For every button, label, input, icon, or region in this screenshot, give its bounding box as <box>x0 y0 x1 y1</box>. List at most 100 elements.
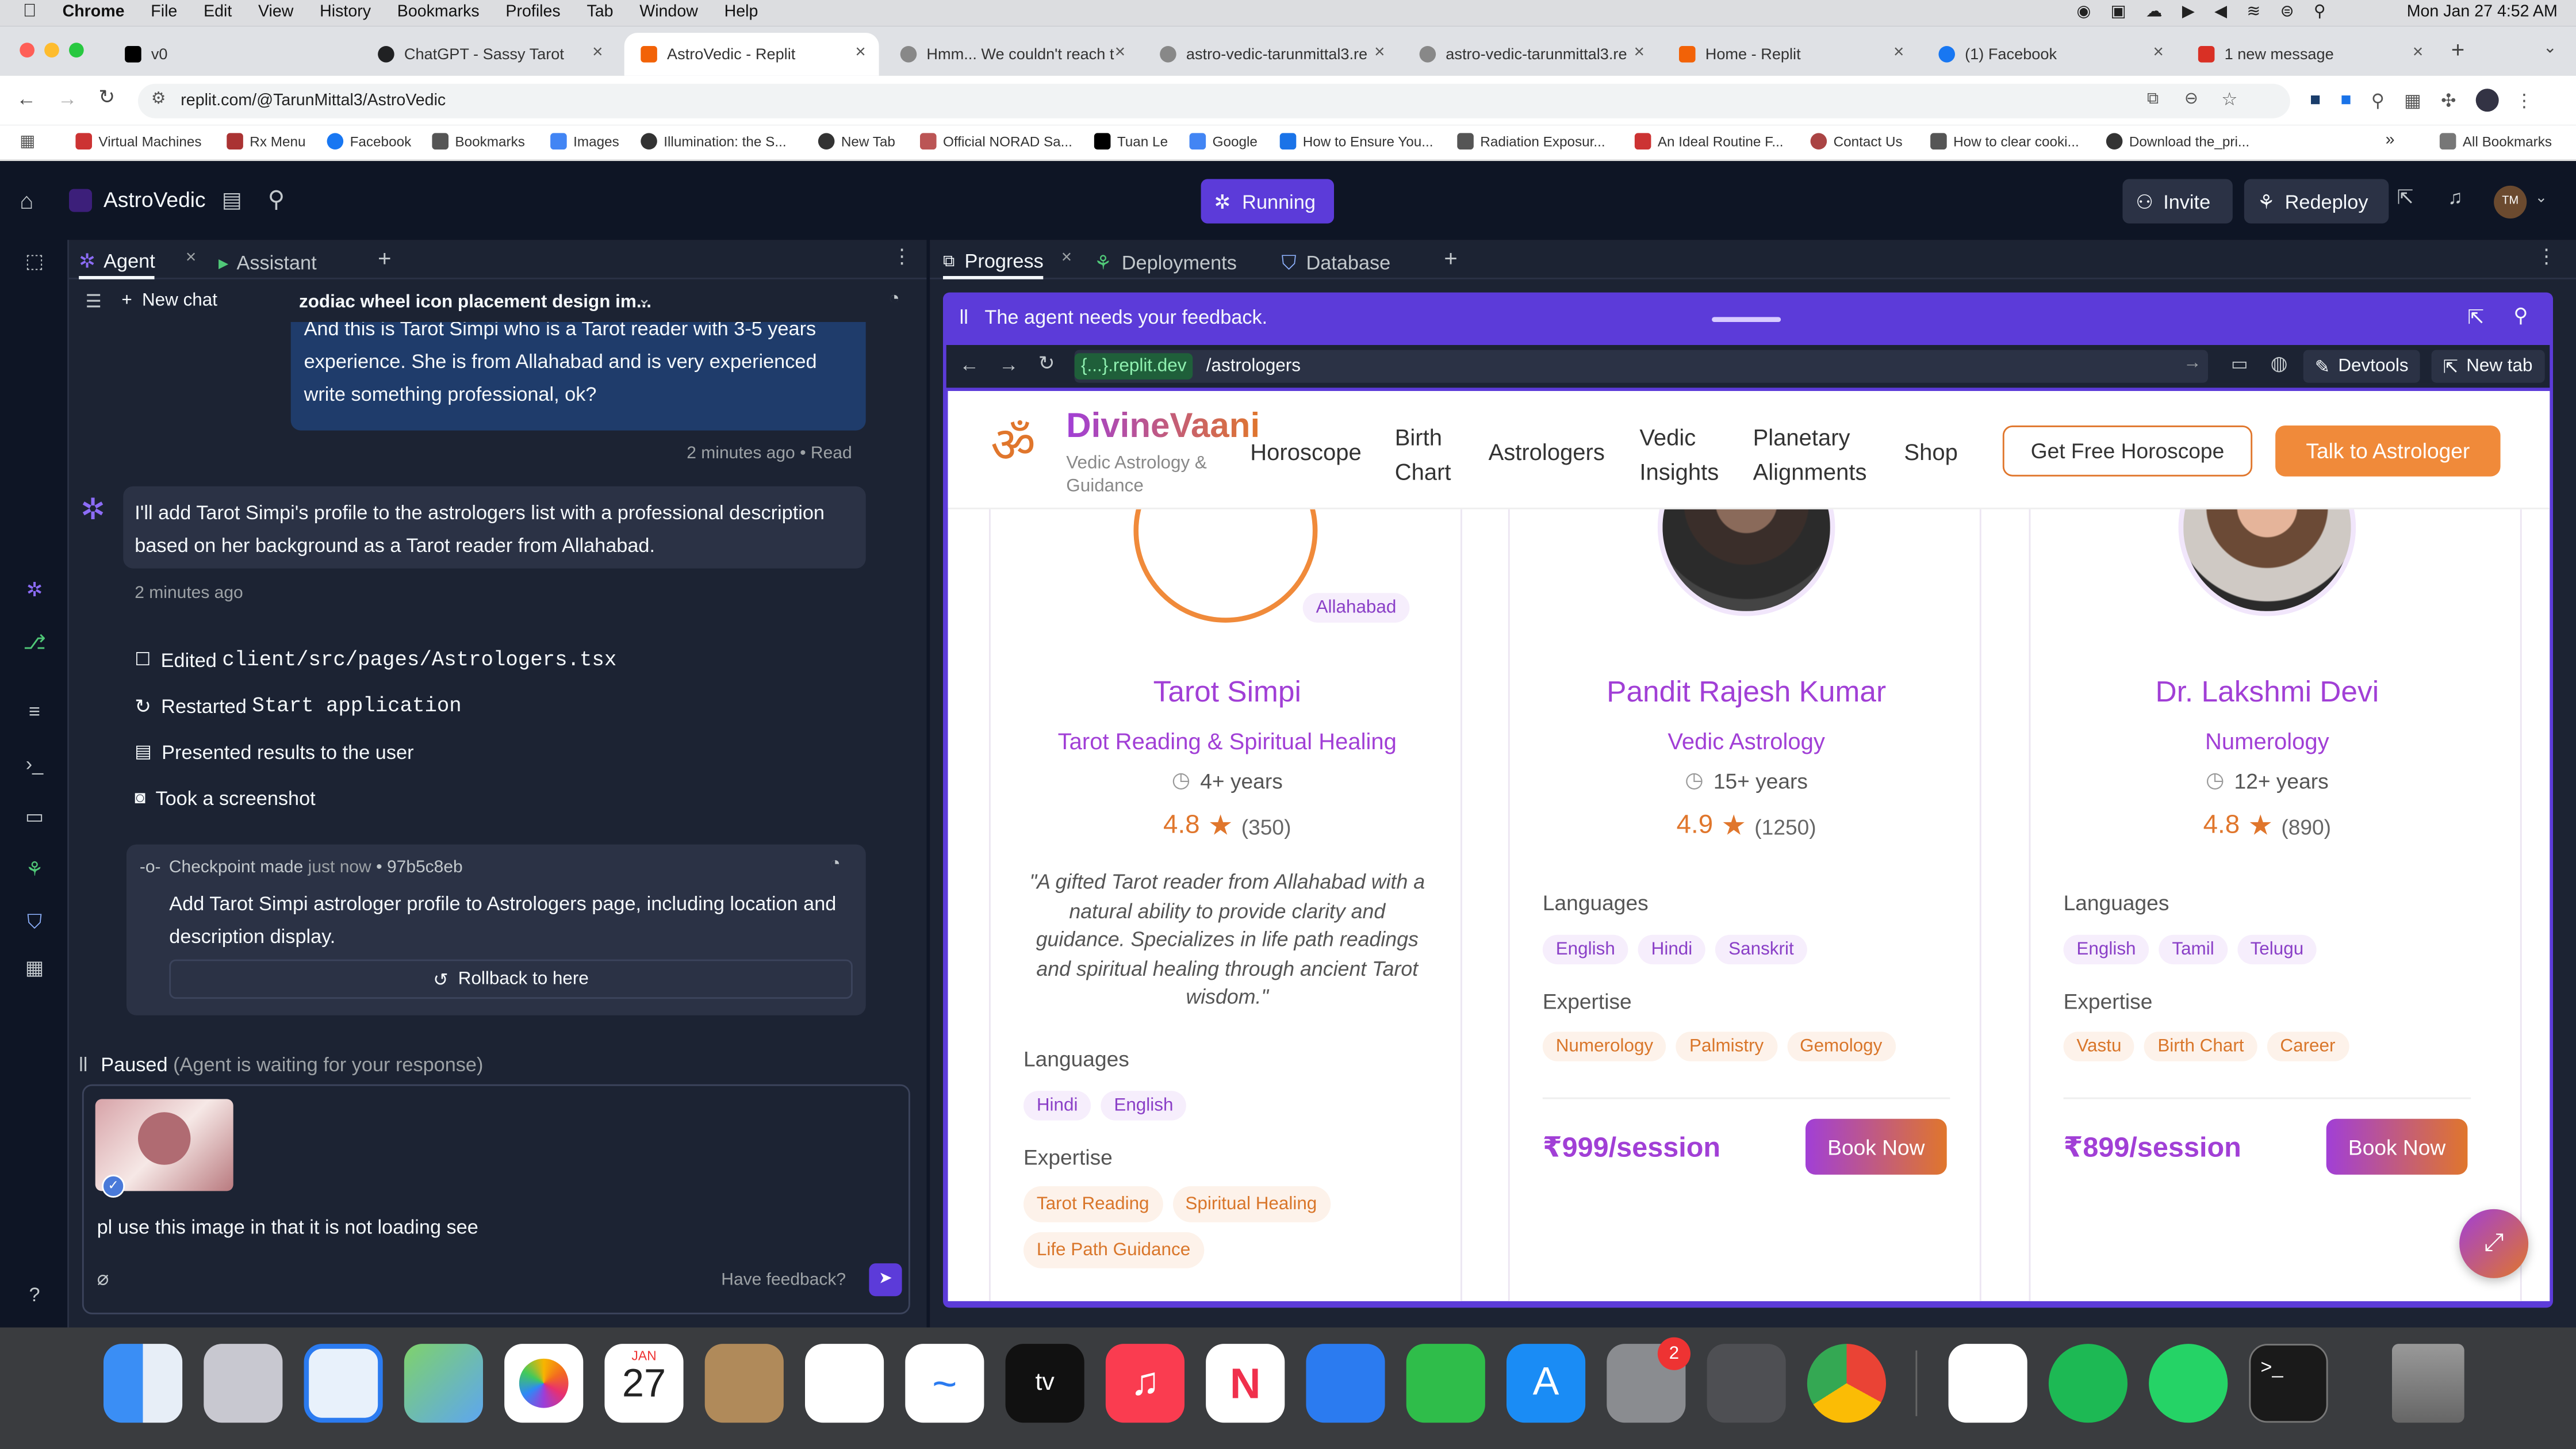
menu-bookmarks[interactable]: Bookmarks <box>397 3 480 21</box>
apps-grid-icon[interactable]: ▦ <box>20 133 35 151</box>
contacts-icon[interactable] <box>704 1344 784 1423</box>
reminders-icon[interactable] <box>805 1344 884 1423</box>
volume-icon[interactable]: ◀ <box>2214 3 2227 21</box>
pin-icon[interactable]: ⚲ <box>2513 304 2528 327</box>
freeform-icon[interactable]: ~ <box>905 1344 984 1423</box>
chat-title[interactable]: zodiac wheel icon placement design im... <box>299 293 651 312</box>
devtools-button[interactable]: ✎ Devtools <box>2303 350 2420 383</box>
menu-file[interactable]: File <box>151 3 177 21</box>
url-text[interactable]: replit.com/@TarunMittal3/AstroVedic <box>181 92 446 110</box>
redeploy-button[interactable]: ⚘ Redeploy <box>2244 179 2389 224</box>
close-icon[interactable]: × <box>186 248 196 267</box>
launchpad-icon[interactable] <box>204 1344 283 1423</box>
search-icon[interactable]: ⚲ <box>268 186 285 214</box>
calendar-icon[interactable]: JAN 27 <box>604 1344 684 1423</box>
play-icon[interactable]: ▶ <box>2182 3 2195 21</box>
chevron-down-icon[interactable]: ⌄ <box>2535 189 2548 207</box>
forward-icon[interactable]: → <box>999 353 1018 376</box>
menu-tab[interactable]: Tab <box>586 3 613 21</box>
apple-icon[interactable]:  <box>23 2 37 21</box>
numbers-icon[interactable] <box>1406 1344 1485 1423</box>
status-icon[interactable]: ◉ <box>2076 3 2091 21</box>
book-now-button[interactable]: Book Now <box>2326 1118 2468 1175</box>
tab-v0[interactable]: v0 <box>109 33 355 75</box>
bookmark-tuan-le[interactable]: Tuan Le <box>1094 133 1168 150</box>
bookmark-google[interactable]: Google <box>1189 133 1258 150</box>
agent-icon[interactable]: ✲ <box>21 577 48 603</box>
device-icon[interactable]: ▭ <box>2231 353 2248 374</box>
website-preview[interactable]: ॐ DivineVaani Vedic Astrology & Guidance… <box>948 391 2550 1301</box>
speed-icon[interactable]: ◔ <box>830 854 841 874</box>
close-icon[interactable]: × <box>855 43 865 62</box>
checkpoint-hash[interactable]: 97b5c8eb <box>387 857 463 877</box>
bookmark-new-tab[interactable]: New Tab <box>818 133 895 150</box>
go-arrow-icon[interactable]: → <box>2183 353 2201 373</box>
nav-planetary-alignments[interactable]: Planetary Alignments <box>1753 420 1885 489</box>
back-icon[interactable]: ← <box>17 87 36 110</box>
extension-icon[interactable]: ■ <box>2340 90 2351 110</box>
bookmark-illumination[interactable]: Illumination: the S... <box>641 133 787 150</box>
bookmark-star-icon[interactable]: ☆ <box>2221 89 2237 110</box>
clock[interactable]: Mon Jan 27 4:52 AM <box>2407 3 2558 21</box>
bell-icon[interactable]: ♫ <box>2448 186 2463 209</box>
action-screenshot[interactable]: ◙ Took a screenshot <box>135 782 315 815</box>
all-tools-icon[interactable]: ▦ <box>21 954 48 981</box>
add-tab-icon[interactable]: + <box>1444 245 1457 271</box>
tab-deployments[interactable]: ⚘ Deployments <box>1094 247 1237 279</box>
tab-assistant[interactable]: ▸ Assistant <box>218 247 317 279</box>
chat-input-box[interactable]: ✓ pl use this image in that it is not lo… <box>82 1084 910 1314</box>
expand-icon[interactable]: ⤢ <box>2459 1209 2529 1278</box>
chat-input-text[interactable]: pl use this image in that it is not load… <box>97 1211 478 1244</box>
bookmark-how-to-ensure[interactable]: How to Ensure You... <box>1279 133 1433 150</box>
tab-hmm[interactable]: Hmm... We couldn't reach t × <box>884 33 1138 75</box>
bookmark-bookmarks[interactable]: Bookmarks <box>432 133 525 150</box>
close-icon[interactable]: × <box>2413 43 2423 62</box>
spotlight-icon[interactable]: ⚲ <box>2314 3 2326 21</box>
menu-window[interactable]: Window <box>639 3 698 21</box>
extensions-puzzle-icon[interactable]: ✣ <box>2441 90 2456 111</box>
feedback-link[interactable]: Have feedback? <box>721 1270 846 1290</box>
history-list-icon[interactable]: ☰ <box>86 291 102 312</box>
new-chat-button[interactable]: + New chat <box>121 291 217 310</box>
speed-icon[interactable]: ◔ <box>889 289 900 309</box>
zoom-icon[interactable]: ⊖ <box>2184 90 2198 108</box>
send-button[interactable]: ➤ <box>869 1263 902 1297</box>
photos-icon[interactable] <box>504 1344 584 1423</box>
tab-search-icon[interactable]: ⌄ <box>2543 40 2557 57</box>
bookmark-clear-cookies[interactable]: How to clear cooki... <box>1930 133 2079 150</box>
keynote-icon[interactable] <box>1306 1344 1385 1423</box>
chrome-menu-icon[interactable]: ⋮ <box>2515 90 2533 111</box>
close-icon[interactable]: × <box>1893 43 1904 62</box>
attach-icon[interactable]: ⌀ <box>97 1267 109 1290</box>
more-bookmarks-icon[interactable]: » <box>2386 132 2395 150</box>
menu-profiles[interactable]: Profiles <box>505 3 560 21</box>
add-tab-icon[interactable]: + <box>378 245 391 271</box>
book-now-button[interactable]: Book Now <box>1805 1118 1947 1175</box>
bookmark-contact-us[interactable]: Contact Us <box>1810 133 1903 150</box>
project-name[interactable]: AstroVedic <box>103 187 206 212</box>
safari-icon[interactable] <box>304 1344 383 1423</box>
menu-history[interactable]: History <box>320 3 371 21</box>
extension-icon[interactable]: ⚲ <box>2371 90 2385 111</box>
open-deployment-icon[interactable]: ⇱ <box>2397 186 2414 209</box>
reload-icon[interactable]: ↻ <box>98 86 115 109</box>
new-tab-button[interactable]: ⇱ New tab <box>2431 350 2544 383</box>
brand-name[interactable]: DivineVaani <box>1066 408 1260 447</box>
console-icon[interactable]: ≡ <box>21 698 48 724</box>
terminal-icon[interactable]: >_ <box>2249 1344 2328 1423</box>
tab-astro-2[interactable]: astro-vedic-tarunmittal3.re × <box>1403 33 1658 75</box>
app-store-icon[interactable]: A <box>1506 1344 1586 1423</box>
tab-home-replit[interactable]: Home - Replit × <box>1662 33 1917 75</box>
maps-icon[interactable] <box>404 1344 483 1423</box>
menu-help[interactable]: Help <box>724 3 758 21</box>
attached-image-thumbnail[interactable]: ✓ <box>95 1099 233 1198</box>
bookmark-images[interactable]: Images <box>550 133 619 150</box>
forward-icon[interactable]: → <box>57 87 77 110</box>
bookmark-ideal-routine[interactable]: An Ideal Routine F... <box>1634 133 1784 150</box>
music-icon[interactable]: ♫ <box>1105 1344 1184 1423</box>
tab-agent[interactable]: ✲ Agent <box>79 247 155 279</box>
site-info-icon[interactable]: ⚙ <box>151 90 166 108</box>
profile-avatar[interactable] <box>2475 89 2499 112</box>
help-icon[interactable]: ? <box>21 1282 48 1308</box>
close-icon[interactable]: × <box>592 43 603 62</box>
